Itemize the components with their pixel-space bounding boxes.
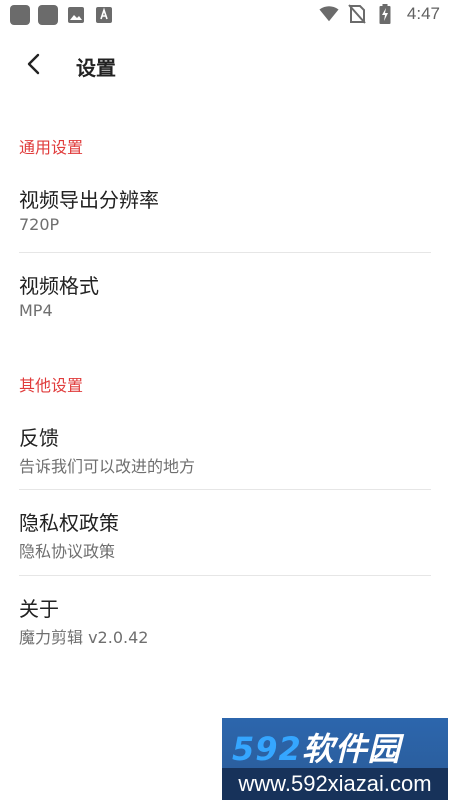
back-button[interactable] xyxy=(18,48,50,80)
system-icons: 4:47 xyxy=(319,4,440,24)
divider xyxy=(19,252,431,253)
pref-item-export-resolution[interactable]: 视频导出分辨率 720P xyxy=(0,184,450,254)
watermark-url: www.592xiazai.com xyxy=(222,768,448,800)
pref-title: 关于 xyxy=(19,597,59,621)
clock: 4:47 xyxy=(406,4,440,23)
watermark-logo-band: 592软件园 xyxy=(222,718,448,768)
pref-item-video-format[interactable]: 视频格式 MP4 xyxy=(0,270,450,340)
status-bar: 4:47 xyxy=(0,0,450,30)
divider xyxy=(19,575,431,576)
pref-summary: MP4 xyxy=(19,301,53,320)
back-arrow-icon xyxy=(27,53,40,75)
pref-title: 视频格式 xyxy=(19,274,99,298)
pref-summary: 隐私协议政策 xyxy=(19,542,116,561)
watermark-logo: 592软件园 xyxy=(232,730,401,768)
pref-item-about[interactable]: 关于 魔力剪辑 v2.0.42 xyxy=(0,593,450,659)
text-icon xyxy=(94,5,114,25)
pref-summary: 720P xyxy=(19,215,60,234)
section-header-other: 其他设置 xyxy=(19,376,84,395)
pref-title: 隐私权政策 xyxy=(19,511,119,535)
pref-item-feedback[interactable]: 反馈 告诉我们可以改进的地方 xyxy=(0,422,450,488)
notification-icons xyxy=(10,5,114,25)
pref-summary: 告诉我们可以改进的地方 xyxy=(19,457,196,476)
watermark: 592软件园 www.592xiazai.com xyxy=(222,718,448,800)
app-bar: 设置 xyxy=(0,30,450,100)
wifi-icon xyxy=(319,4,339,24)
page-title: 设置 xyxy=(76,56,116,80)
pref-title: 反馈 xyxy=(19,426,59,450)
divider xyxy=(19,489,431,490)
pref-item-privacy-policy[interactable]: 隐私权政策 隐私协议政策 xyxy=(0,507,450,573)
pref-title: 视频导出分辨率 xyxy=(19,188,159,212)
app-notification-icon xyxy=(38,5,58,25)
app-notification-icon xyxy=(10,5,30,25)
no-sim-icon xyxy=(347,4,367,24)
pref-summary: 魔力剪辑 v2.0.42 xyxy=(19,628,149,647)
battery-charging-icon xyxy=(375,4,395,24)
image-icon xyxy=(66,5,86,25)
section-header-general: 通用设置 xyxy=(19,138,84,157)
